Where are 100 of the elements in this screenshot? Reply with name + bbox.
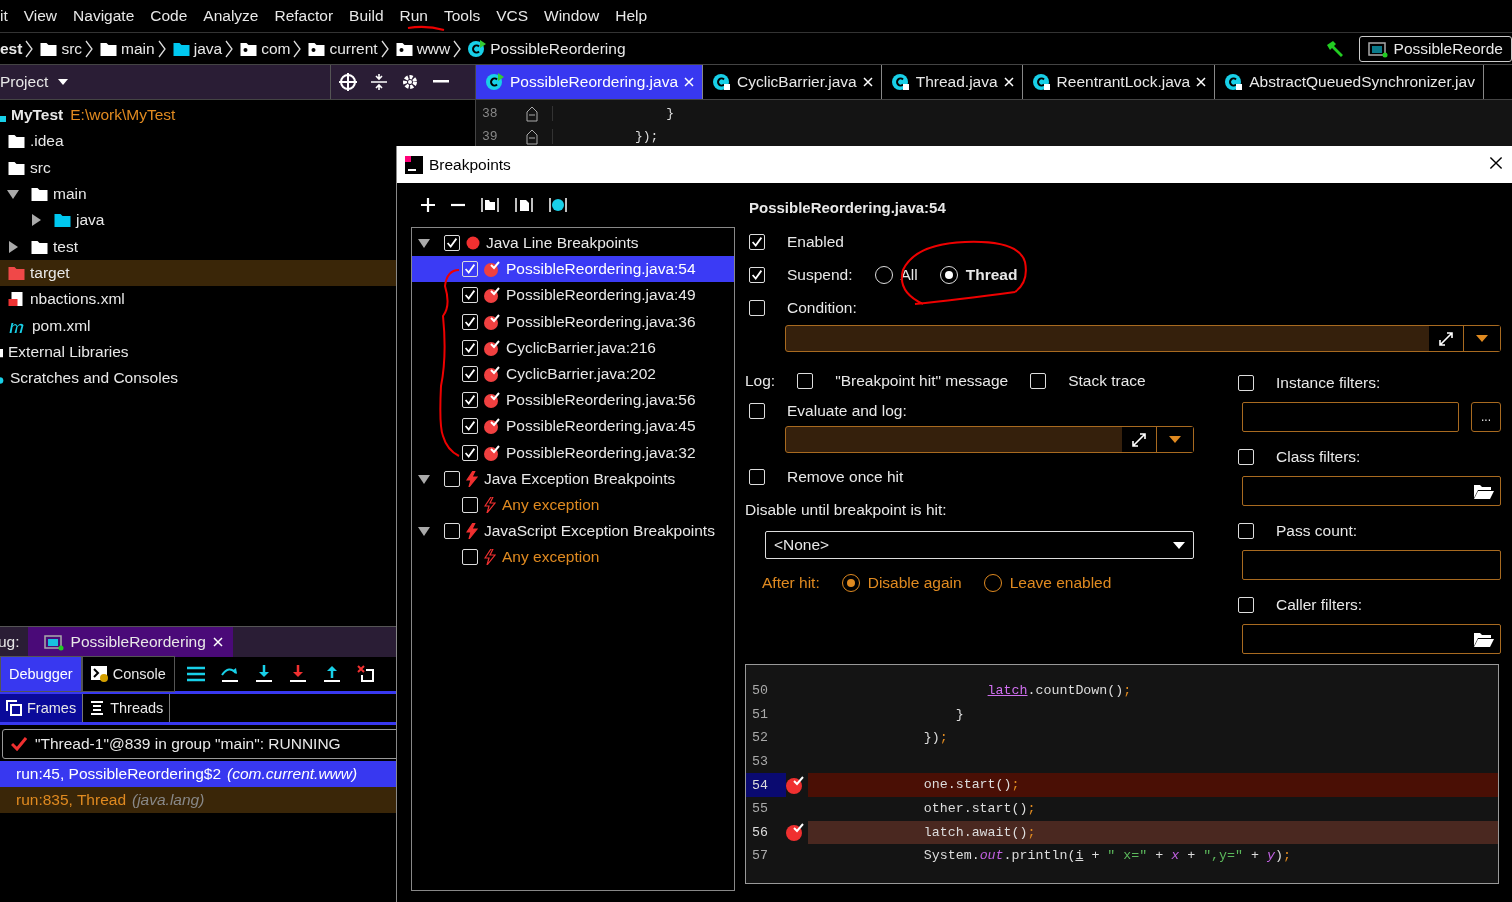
checkbox[interactable] — [462, 418, 478, 435]
editor-tab[interactable]: AbstractQueuedSynchronizer.jav — [1215, 65, 1484, 99]
dropdown-arrow-icon[interactable] — [1476, 335, 1488, 342]
breakpoint-item[interactable]: PossibleReordering.java:45 — [412, 413, 734, 440]
checkbox[interactable] — [749, 234, 765, 250]
group-by-class-icon[interactable] — [549, 197, 567, 213]
minimize-icon[interactable] — [433, 80, 449, 84]
close-icon[interactable] — [1489, 155, 1503, 170]
condition-field[interactable] — [785, 325, 1501, 352]
checkbox[interactable] — [462, 366, 478, 383]
checkbox[interactable] — [1238, 375, 1254, 391]
breakpoint-dropdown[interactable]: <None> — [765, 531, 1194, 559]
checkbox[interactable] — [462, 549, 478, 566]
breakpoint-group[interactable]: JavaScript Exception Breakpoints — [412, 518, 734, 545]
step-into-icon[interactable] — [254, 665, 273, 683]
collapse-arrow-icon[interactable] — [418, 525, 430, 538]
menu-item[interactable]: Window — [544, 7, 600, 25]
folder-icon[interactable] — [1474, 631, 1494, 647]
menu-item[interactable]: View — [23, 7, 58, 25]
filter-field[interactable] — [1242, 402, 1459, 432]
step-out-icon[interactable] — [322, 665, 341, 683]
filter-field[interactable] — [1242, 550, 1501, 580]
debugger-tab[interactable]: Debugger — [0, 656, 82, 692]
checkbox[interactable] — [1238, 449, 1254, 465]
breadcrumb[interactable]: www — [395, 39, 451, 58]
frames-tab[interactable]: Frames — [0, 694, 84, 722]
menu-icon[interactable] — [186, 666, 205, 682]
drop-frame-icon[interactable] — [356, 665, 375, 683]
collapse-arrow-icon[interactable] — [418, 472, 430, 485]
checkbox[interactable] — [462, 444, 478, 461]
breadcrumb[interactable]: PossibleReordering — [468, 39, 626, 58]
checkbox[interactable] — [749, 403, 765, 419]
breadcrumb[interactable]: main — [100, 39, 155, 58]
fold-marker-icon[interactable] — [526, 128, 538, 145]
expand-arrow-icon[interactable] — [30, 214, 42, 227]
checkbox[interactable] — [462, 496, 478, 513]
settings-icon[interactable] — [401, 73, 419, 91]
breadcrumb[interactable]: com — [240, 39, 291, 58]
menu-item[interactable]: Help — [615, 7, 648, 25]
breakpoint-icon[interactable] — [786, 823, 804, 842]
editor-tab[interactable]: ReentrantLock.java — [1022, 65, 1216, 99]
collapse-arrow-icon[interactable] — [418, 237, 430, 250]
menu-item[interactable]: Build — [349, 7, 384, 25]
menu-item[interactable]: VCS — [496, 7, 529, 25]
group-by-package-icon[interactable] — [481, 197, 499, 213]
breadcrumb[interactable]: src — [40, 39, 83, 58]
tree-item[interactable]: .idea — [0, 128, 475, 155]
menu-item[interactable]: it — [0, 7, 8, 25]
tree-item[interactable]: main — [0, 180, 475, 208]
collapse-all-icon[interactable] — [371, 73, 387, 91]
folder-icon[interactable] — [1474, 483, 1494, 499]
menu-item[interactable]: Refactor — [274, 7, 334, 25]
browse-button[interactable]: ... — [1471, 402, 1501, 432]
checkbox[interactable] — [462, 339, 478, 356]
expand-icon[interactable] — [1131, 431, 1147, 448]
expand-icon[interactable] — [1438, 330, 1454, 347]
tree-item[interactable]: MyTest E:\work\MyTest — [0, 102, 475, 129]
expand-arrow-icon[interactable] — [7, 240, 19, 253]
checkbox[interactable] — [444, 523, 460, 540]
breadcrumb[interactable]: est — [0, 39, 23, 58]
menu-item[interactable]: Run — [399, 7, 428, 25]
breakpoint-item[interactable]: Any exception — [412, 491, 734, 519]
menu-item[interactable]: Code — [150, 7, 188, 25]
filter-field[interactable] — [1242, 476, 1501, 506]
debugger-tab[interactable]: Console — [81, 656, 175, 692]
force-step-into-icon[interactable] — [288, 665, 307, 683]
step-over-icon[interactable] — [220, 665, 239, 683]
checkbox[interactable] — [1238, 597, 1254, 613]
checkbox[interactable] — [1030, 373, 1047, 389]
session-tab[interactable]: PossibleReordering — [27, 627, 233, 657]
checkbox[interactable] — [749, 267, 765, 283]
checkbox[interactable] — [462, 392, 478, 409]
breadcrumb[interactable]: current — [308, 39, 378, 58]
checkbox[interactable] — [749, 469, 765, 485]
editor-tab[interactable]: PossibleReordering.java — [476, 65, 703, 99]
breakpoint-item[interactable]: PossibleReordering.java:54 — [412, 256, 734, 283]
breakpoint-item[interactable]: Any exception — [412, 544, 734, 571]
editor-tab[interactable]: CyclicBarrier.java — [703, 65, 882, 99]
group-by-file-icon[interactable] — [515, 197, 533, 213]
menu-item[interactable]: Analyze — [203, 7, 259, 25]
checkbox[interactable] — [1238, 523, 1254, 539]
fold-marker-icon[interactable] — [526, 105, 538, 122]
frames-tab[interactable]: Threads — [83, 694, 171, 722]
breakpoint-item[interactable]: PossibleReordering.java:32 — [412, 439, 734, 466]
checkbox[interactable] — [444, 470, 460, 487]
menu-item[interactable]: Navigate — [73, 7, 135, 25]
collapse-arrow-icon[interactable] — [7, 188, 19, 201]
checkbox[interactable] — [462, 287, 478, 304]
breakpoint-icon[interactable] — [786, 776, 804, 795]
checkbox[interactable] — [749, 300, 765, 316]
log-expression-field[interactable] — [785, 426, 1194, 453]
checkbox[interactable] — [797, 373, 814, 389]
breadcrumb[interactable]: java — [172, 39, 223, 58]
editor-tab[interactable]: Thread.java — [881, 65, 1023, 99]
breakpoint-group[interactable]: Java Exception Breakpoints — [412, 465, 734, 492]
hammer-icon[interactable] — [1324, 38, 1345, 59]
dropdown-arrow-icon[interactable] — [1169, 436, 1181, 443]
menu-item[interactable]: Tools — [444, 7, 481, 25]
add-icon[interactable] — [421, 198, 435, 212]
filter-field[interactable] — [1242, 624, 1501, 654]
